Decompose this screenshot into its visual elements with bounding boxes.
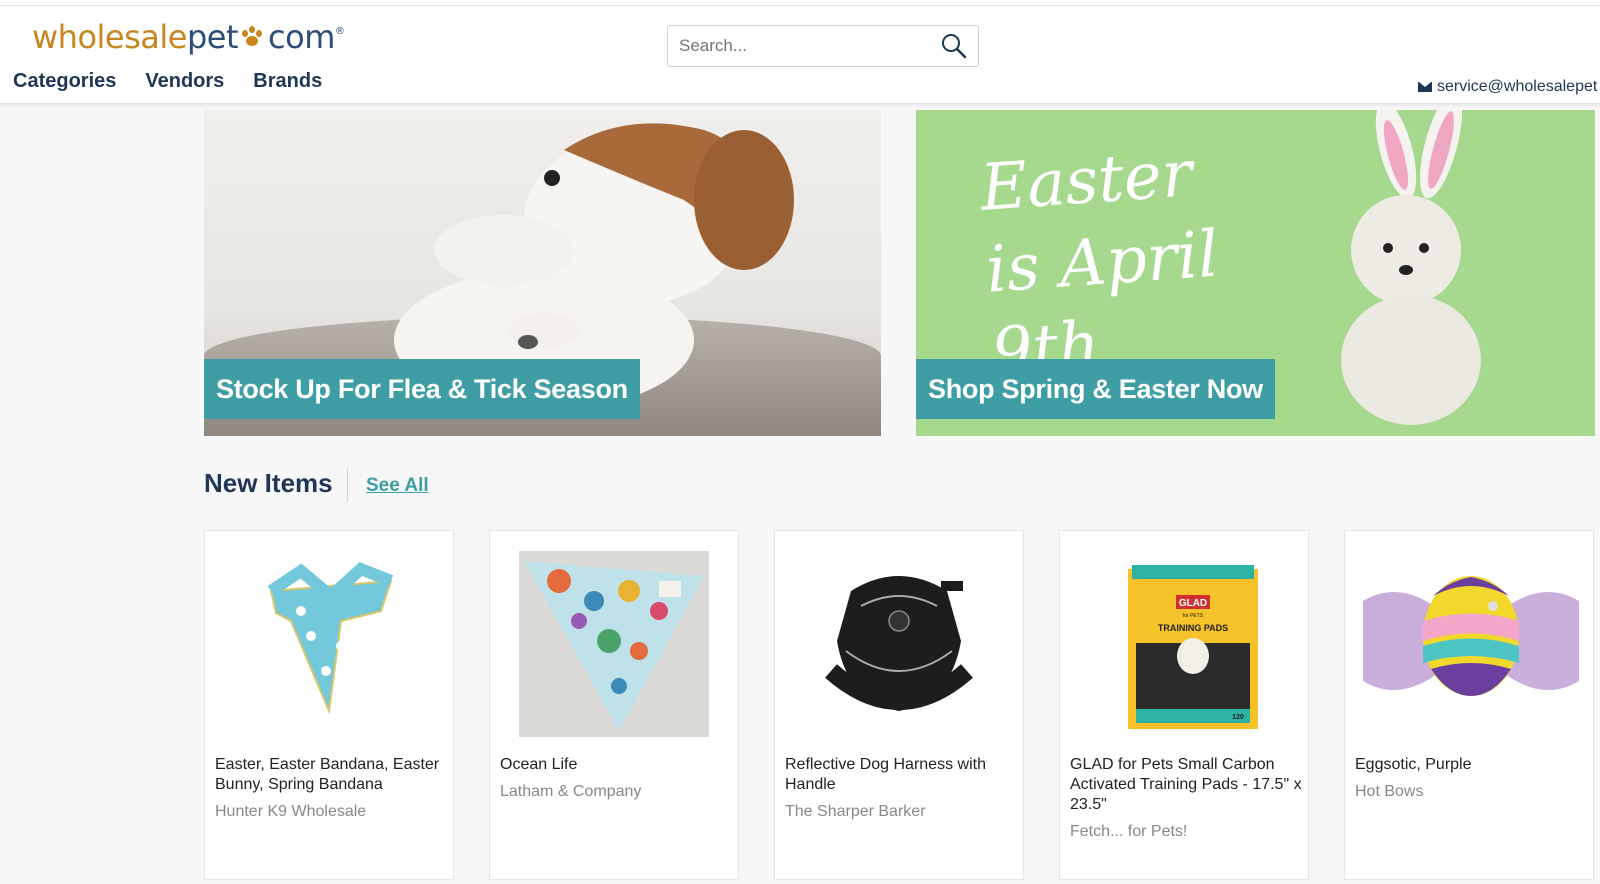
search-input[interactable] <box>668 27 928 65</box>
main-nav: Categories Vendors Brands <box>13 70 351 93</box>
contact-email-link[interactable]: service@wholesalepet <box>1418 78 1597 96</box>
banner-easter[interactable]: Easter is April 9th Shop Spring & Easter… <box>916 110 1595 436</box>
product-name[interactable]: Reflective Dog Harness with Handle <box>785 755 1017 795</box>
site-logo[interactable]: wholesale pet com ® <box>32 18 345 62</box>
product-card[interactable]: Eggsotic, Purple Hot Bows <box>1344 530 1594 880</box>
product-vendor[interactable]: The Sharper Barker <box>785 803 926 821</box>
logo-wholesale: wholesale <box>32 18 187 56</box>
product-name[interactable]: Ocean Life <box>500 755 732 775</box>
product-name[interactable]: Eggsotic, Purple <box>1355 755 1587 775</box>
product-image[interactable] <box>1353 551 1589 737</box>
product-image[interactable] <box>801 551 997 737</box>
site-header: wholesale pet com ® Categories Vendors B… <box>0 6 1600 104</box>
glad-logo-text: GLAD <box>1179 598 1207 609</box>
ocean-life-bandana-image <box>519 551 709 737</box>
product-image[interactable]: GLAD for PETS TRAINING PADS 120 <box>1086 551 1282 737</box>
logo-registered-mark: ® <box>334 26 345 37</box>
product-vendor[interactable]: Hot Bows <box>1355 783 1423 801</box>
glad-training-pads-text: TRAINING PADS <box>1158 623 1228 633</box>
banner-flea-tick[interactable]: Stock Up For Flea & Tick Season <box>204 110 881 436</box>
nav-categories[interactable]: Categories <box>13 70 116 93</box>
product-card[interactable]: GLAD for PETS TRAINING PADS 120 GLAD for… <box>1059 530 1309 880</box>
product-vendor[interactable]: Latham & Company <box>500 783 641 801</box>
logo-pet: pet <box>186 18 239 56</box>
product-card[interactable]: Ocean Life Latham & Company <box>489 530 739 880</box>
contact-email-text: service@wholesalepet <box>1437 78 1598 95</box>
search-box <box>667 25 979 67</box>
easter-bandana-image <box>267 562 394 715</box>
new-items-title: New Items <box>204 468 333 498</box>
product-image[interactable] <box>516 551 712 737</box>
nav-vendors[interactable]: Vendors <box>145 70 224 93</box>
product-card[interactable]: Easter, Easter Bandana, Easter Bunny, Sp… <box>204 530 454 880</box>
banner-flea-tick-caption: Stock Up For Flea & Tick Season <box>204 359 640 419</box>
product-card[interactable]: Reflective Dog Harness with Handle The S… <box>774 530 1024 880</box>
product-vendor[interactable]: Hunter K9 Wholesale <box>215 803 366 821</box>
logo-com: com <box>268 18 335 56</box>
title-divider <box>347 468 348 502</box>
see-all-link[interactable]: See All <box>366 475 429 497</box>
glad-for-pets-text: for PETS <box>1183 613 1204 619</box>
banner-easter-caption: Shop Spring & Easter Now <box>916 359 1275 419</box>
product-name[interactable]: Easter, Easter Bandana, Easter Bunny, Sp… <box>215 755 447 795</box>
paw-icon <box>240 26 266 48</box>
envelope-icon <box>1418 82 1432 92</box>
product-vendor[interactable]: Fetch... for Pets! <box>1070 823 1187 841</box>
glad-count-text: 120 <box>1232 714 1244 721</box>
search-icon[interactable] <box>940 32 968 60</box>
eggsotic-bow-image <box>1363 576 1579 696</box>
nav-brands[interactable]: Brands <box>253 70 322 93</box>
dog-harness-image <box>825 576 973 711</box>
product-name[interactable]: GLAD for Pets Small Carbon Activated Tra… <box>1070 755 1302 815</box>
product-image[interactable] <box>231 551 427 737</box>
glad-training-pads-image: GLAD for PETS TRAINING PADS 120 <box>1128 565 1258 729</box>
